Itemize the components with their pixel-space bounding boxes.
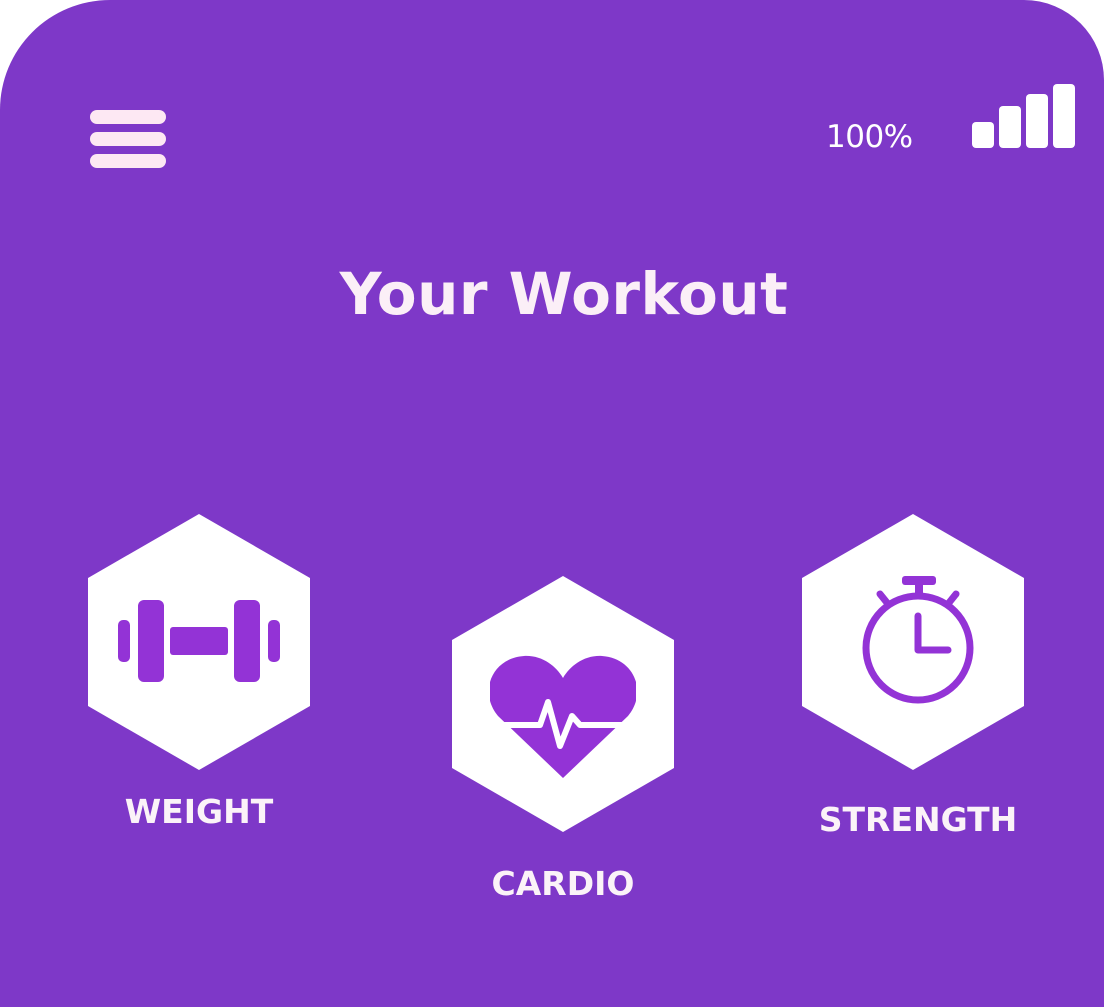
hamburger-menu-icon[interactable] <box>88 108 168 170</box>
workout-tile-weight[interactable]: WEIGHT <box>88 514 310 836</box>
menu-bar <box>90 132 166 146</box>
signal-bar <box>1026 94 1048 148</box>
signal-strength-icon <box>972 84 1075 148</box>
battery-level: 100% <box>826 119 913 155</box>
page-title: Your Workout <box>339 260 789 328</box>
signal-bar <box>1053 84 1075 148</box>
dumbbell-icon <box>118 600 280 682</box>
stopwatch-icon <box>862 576 974 704</box>
workout-label-weight: WEIGHT <box>124 792 274 831</box>
menu-bar <box>90 154 166 168</box>
signal-bar <box>999 106 1021 148</box>
workout-label-strength: STRENGTH <box>818 800 1018 839</box>
workout-tile-cardio[interactable]: CARDIO <box>452 576 674 906</box>
workout-label-cardio: CARDIO <box>491 864 635 903</box>
menu-bar <box>90 110 166 124</box>
app-screen: 100% Your Workout WEIGHT CARDIO STRENGTH <box>0 0 1104 1007</box>
heart-pulse-icon <box>490 655 636 778</box>
workout-tile-strength[interactable]: STRENGTH <box>802 514 1024 844</box>
signal-bar <box>972 122 994 148</box>
